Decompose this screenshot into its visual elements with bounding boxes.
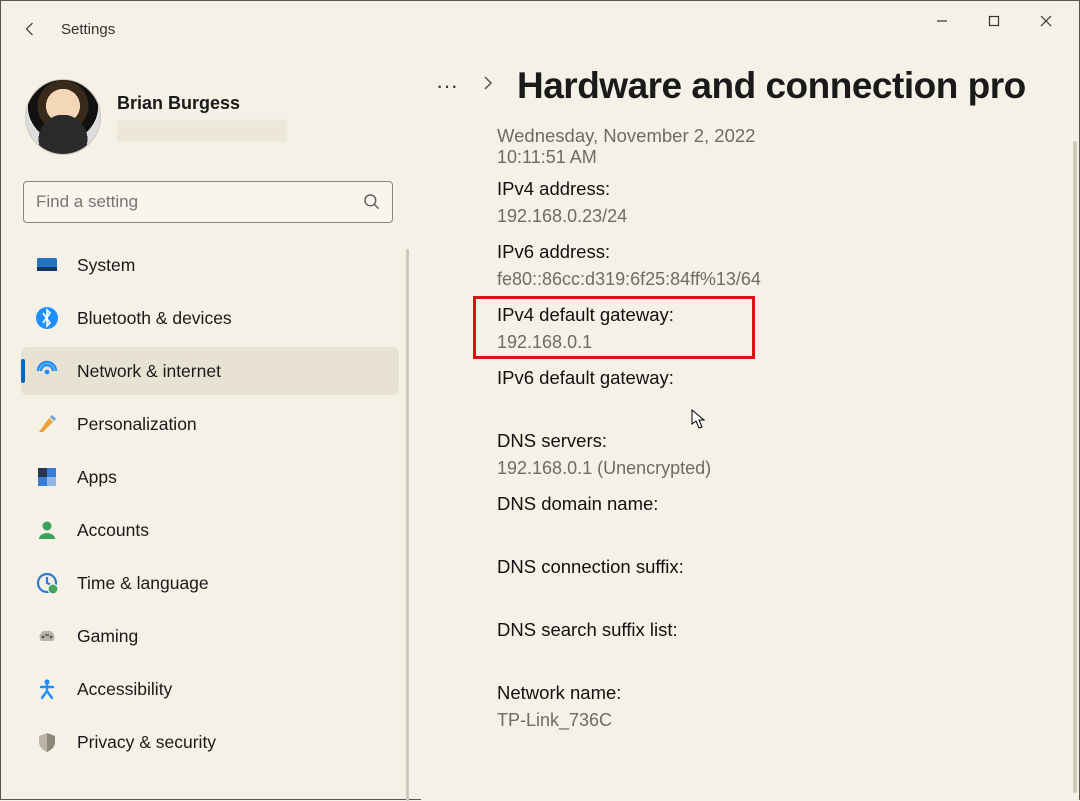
close-icon	[1039, 14, 1053, 28]
sidebar-item-label: Privacy & security	[77, 732, 216, 753]
person-icon	[35, 518, 59, 542]
breadcrumb-chevron-icon	[479, 74, 503, 98]
sidebar-item-label: Personalization	[77, 414, 197, 435]
user-name: Brian Burgess	[117, 93, 287, 114]
monitor-icon	[35, 253, 59, 277]
sidebar-item-label: Time & language	[77, 573, 209, 594]
sidebar-item-accessibility[interactable]: Accessibility	[21, 665, 399, 713]
arrow-left-icon	[22, 20, 40, 38]
user-email-redacted	[117, 120, 287, 142]
nav-list: System Bluetooth & devices Network & inter…	[21, 241, 411, 766]
minimize-button[interactable]	[917, 3, 967, 39]
window-caption-buttons	[917, 3, 1071, 39]
property-label: Network name:	[497, 682, 1079, 704]
sidebar-item-bluetooth-devices[interactable]: Bluetooth & devices	[21, 294, 399, 342]
property-row: IPv6 address:fe80::86cc:d319:6f25:84ff%1…	[497, 241, 1079, 290]
accessibility-icon	[35, 677, 59, 701]
sidebar: Brian Burgess System Bluetooth & devices N…	[1, 57, 421, 801]
sidebar-item-label: Gaming	[77, 626, 138, 647]
maximize-icon	[987, 14, 1001, 28]
property-row: DNS search suffix list:	[497, 619, 1079, 668]
search-box[interactable]	[23, 181, 393, 223]
property-value	[497, 647, 1079, 668]
minimize-icon	[935, 14, 949, 28]
avatar	[25, 79, 101, 155]
maximize-button[interactable]	[969, 3, 1019, 39]
property-label: IPv6 address:	[497, 241, 1079, 263]
sidebar-item-gaming[interactable]: Gaming	[21, 612, 399, 660]
property-value: fe80::86cc:d319:6f25:84ff%13/64	[497, 269, 1079, 290]
property-value	[497, 395, 1079, 416]
bluetooth-icon	[35, 306, 59, 330]
timestamp-time: 10:11:51 AM	[497, 147, 1079, 168]
timestamp-date: Wednesday, November 2, 2022	[497, 125, 1079, 147]
paintbrush-icon	[35, 412, 59, 436]
profile-block[interactable]: Brian Burgess	[21, 67, 411, 175]
sidebar-item-privacy-security[interactable]: Privacy & security	[21, 718, 399, 766]
property-label: DNS servers:	[497, 430, 1079, 452]
close-button[interactable]	[1021, 3, 1071, 39]
property-label: IPv6 default gateway:	[497, 367, 1079, 389]
page-title: Hardware and connection pro	[517, 65, 1026, 107]
search-input[interactable]	[34, 191, 362, 213]
sidebar-item-label: Network & internet	[77, 361, 221, 382]
sidebar-item-time-language[interactable]: Time & language	[21, 559, 399, 607]
clock-globe-icon	[35, 571, 59, 595]
sidebar-item-label: Accounts	[77, 520, 149, 541]
sidebar-item-apps[interactable]: Apps	[21, 453, 399, 501]
breadcrumb-more-button[interactable]: ···	[429, 68, 465, 104]
property-value: 192.168.0.1 (Unencrypted)	[497, 458, 1079, 479]
property-value: 192.168.0.1	[497, 332, 1079, 353]
content-pane: Wednesday, November 2, 2022 10:11:51 AM …	[421, 125, 1079, 801]
sidebar-item-label: Accessibility	[77, 679, 172, 700]
property-label: DNS search suffix list:	[497, 619, 1079, 641]
property-label: DNS domain name:	[497, 493, 1079, 515]
sidebar-item-label: Bluetooth & devices	[77, 308, 232, 329]
sidebar-item-label: Apps	[77, 467, 117, 488]
property-value	[497, 521, 1079, 542]
property-row: DNS servers: 192.168.0.1 (Unencrypted)	[497, 430, 1079, 479]
page-header: ··· Hardware and connection pro	[421, 57, 1079, 125]
property-row: IPv4 address: 192.168.0.23/24	[497, 178, 1079, 227]
property-row: IPv6 default gateway:	[497, 367, 1079, 416]
sidebar-item-system[interactable]: System	[21, 241, 399, 289]
property-row: DNS connection suffix:	[497, 556, 1079, 605]
app-title: Settings	[61, 21, 115, 38]
property-label: DNS connection suffix:	[497, 556, 1079, 578]
property-row: Network name: TP-Link_736C	[497, 682, 1079, 731]
sidebar-item-personalization[interactable]: Personalization	[21, 400, 399, 448]
property-value	[497, 584, 1079, 605]
property-label: IPv4 address:	[497, 178, 1079, 200]
apps-grid-icon	[35, 465, 59, 489]
property-value: TP-Link_736C	[497, 710, 1079, 731]
content-scrollbar[interactable]	[1073, 141, 1077, 793]
property-label: IPv4 default gateway:	[497, 304, 1079, 326]
sidebar-item-label: System	[77, 255, 135, 276]
sidebar-item-network-internet[interactable]: Network & internet	[21, 347, 399, 395]
gamepad-icon	[35, 624, 59, 648]
main: ··· Hardware and connection pro Wednesda…	[421, 57, 1079, 801]
sidebar-item-accounts[interactable]: Accounts	[21, 506, 399, 554]
titlebar: Settings	[1, 1, 1079, 57]
wifi-icon	[35, 359, 59, 383]
shield-icon	[35, 730, 59, 754]
search-icon	[362, 192, 382, 212]
sidebar-scrollbar[interactable]	[406, 249, 409, 801]
property-row: DNS domain name:	[497, 493, 1079, 542]
property-value: 192.168.0.23/24	[497, 206, 1079, 227]
back-button[interactable]	[13, 11, 49, 47]
property-row: IPv4 default gateway: 192.168.0.1	[497, 304, 1079, 353]
